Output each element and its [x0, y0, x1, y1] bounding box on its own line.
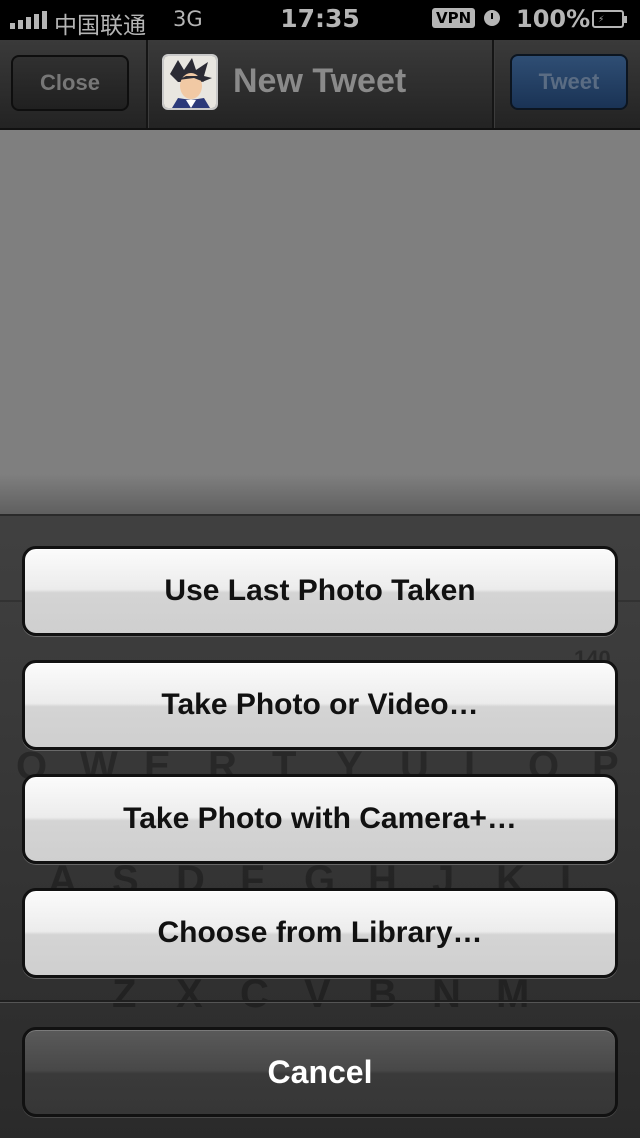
page-title: New Tweet — [233, 62, 407, 100]
keyboard-key: V — [304, 972, 331, 1016]
cancel-button[interactable]: Cancel — [22, 1027, 618, 1117]
tweet-compose-area — [0, 130, 640, 514]
user-avatar[interactable] — [162, 54, 218, 110]
use-last-photo-button[interactable]: Use Last Photo Taken — [22, 546, 618, 636]
battery-percent: 100% — [516, 5, 591, 33]
vpn-badge: VPN — [432, 8, 476, 28]
take-photo-camera-plus-button[interactable]: Take Photo with Camera+… — [22, 774, 618, 864]
tweet-button[interactable]: Tweet — [510, 54, 628, 110]
action-sheet: 140 QWERTYUIOP ASDFGHJKL ZXCVBNM Use Las… — [0, 514, 640, 1138]
choose-from-library-button[interactable]: Choose from Library… — [22, 888, 618, 978]
alarm-clock-icon — [484, 10, 500, 26]
nav-divider — [492, 40, 495, 128]
keyboard-key: X — [176, 972, 203, 1016]
nav-bar: Close New Tweet Tweet — [0, 40, 640, 130]
keyboard-key: M — [496, 972, 530, 1016]
battery-charging-icon: ⚡ — [592, 10, 627, 28]
keyboard-key: Z — [112, 972, 137, 1016]
take-photo-video-button[interactable]: Take Photo or Video… — [22, 660, 618, 750]
keyboard-key: B — [368, 972, 397, 1016]
sheet-divider — [0, 1000, 640, 1003]
avatar-image — [164, 56, 216, 108]
close-button[interactable]: Close — [11, 55, 129, 111]
nav-divider — [146, 40, 149, 128]
status-bar: 中国联通 3G 17:35 VPN 100% ⚡ — [0, 0, 640, 40]
keyboard-key: N — [432, 972, 461, 1016]
keyboard-key: C — [240, 972, 269, 1016]
